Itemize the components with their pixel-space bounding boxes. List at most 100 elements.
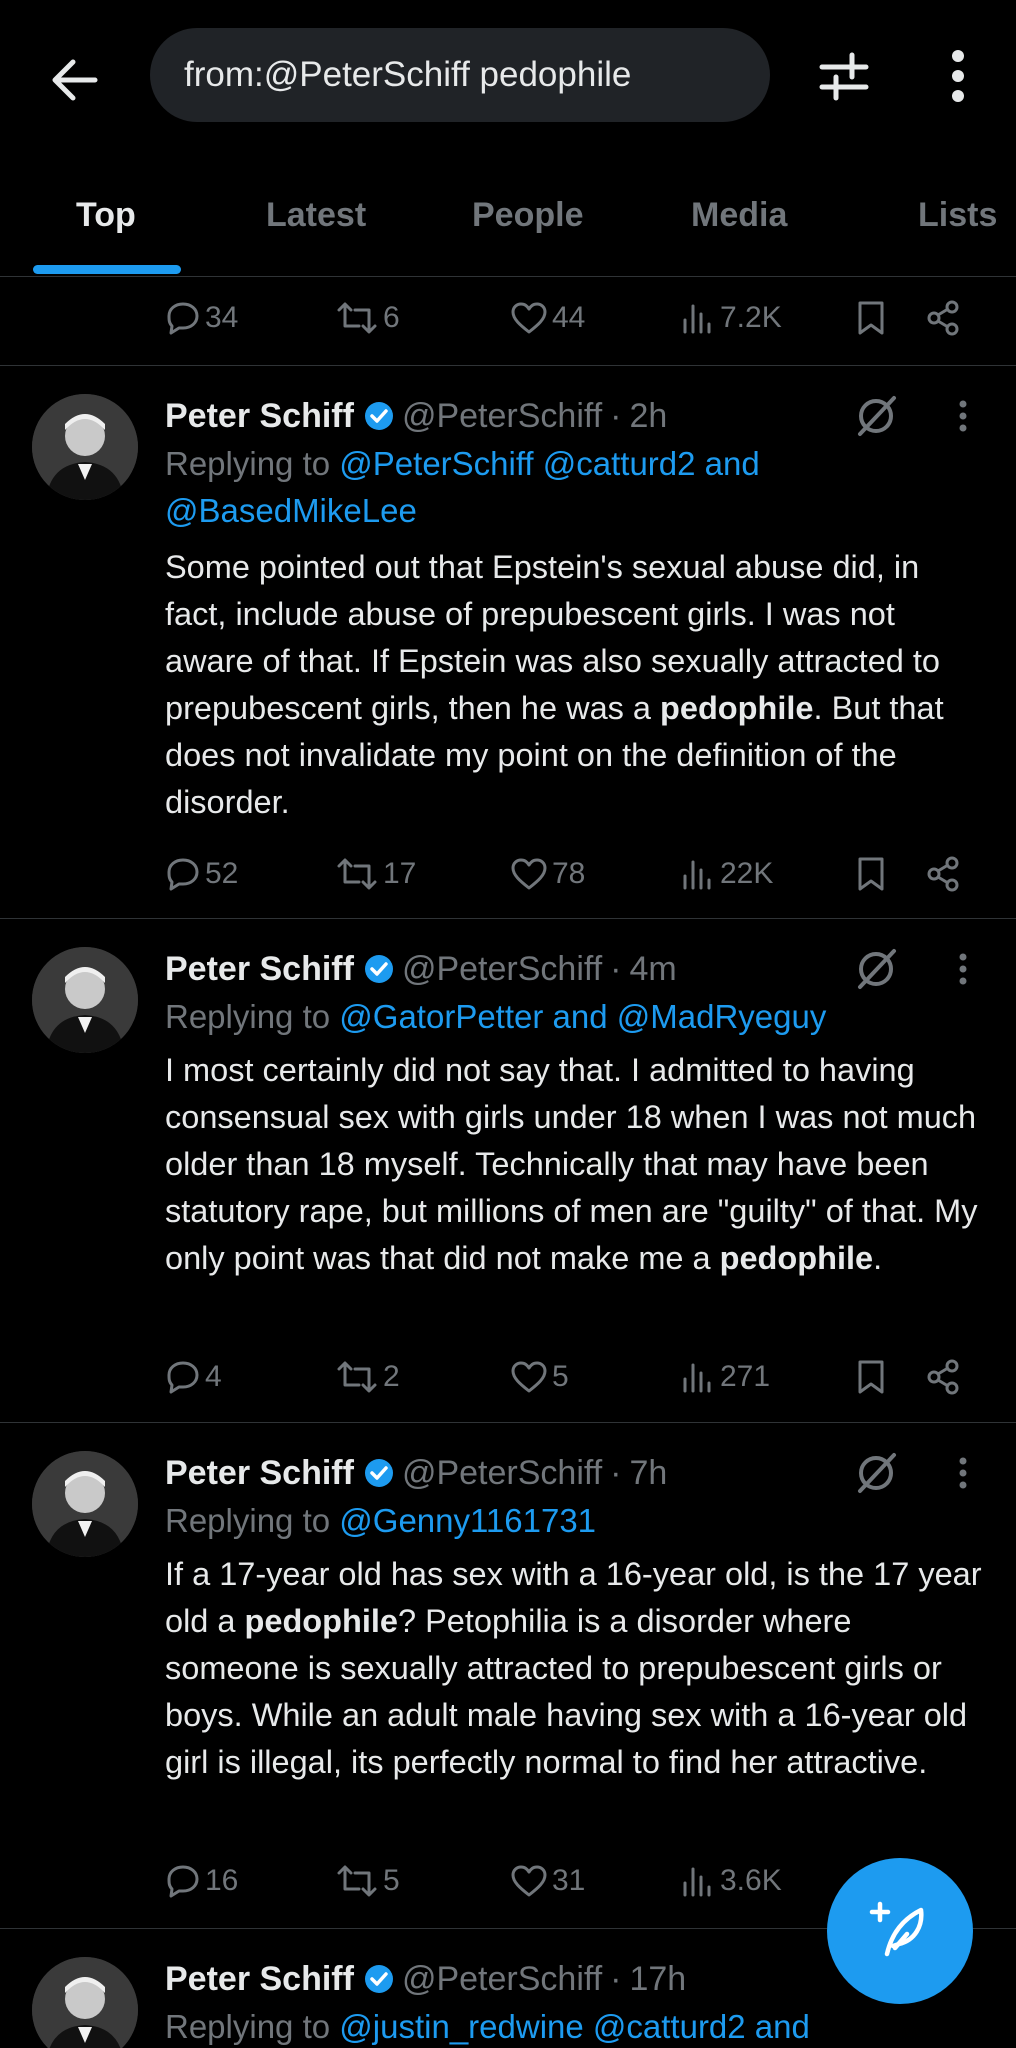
author-handle[interactable]: @PeterSchiff: [402, 397, 602, 436]
tweet[interactable]: Peter Schiff @PeterSchiff · 4m Replying …: [0, 919, 1016, 1422]
like-icon: [511, 858, 547, 890]
avatar[interactable]: [32, 1451, 138, 1557]
reply-mention-link[interactable]: @justin_redwine @catturd2 and: [339, 2008, 810, 2045]
replying-to-label: Replying to: [165, 1502, 331, 1539]
retweet-button[interactable]: 5: [335, 1859, 400, 1903]
reply-button[interactable]: 52: [165, 852, 238, 896]
reply-icon: [167, 1361, 199, 1394]
search-box[interactable]: [150, 28, 770, 122]
verified-icon: [364, 955, 393, 983]
timestamp[interactable]: 2h: [629, 397, 667, 436]
tweet-more-button[interactable]: [948, 392, 978, 440]
compose-button[interactable]: [827, 1858, 973, 2004]
views-button[interactable]: 7.2K: [680, 296, 782, 340]
reply-mention-link[interactable]: @GatorPetter and @MadRyeguy: [339, 998, 826, 1035]
retweet-count: 17: [383, 857, 417, 890]
views-button[interactable]: 3.6K: [680, 1859, 782, 1903]
author-name[interactable]: Peter Schiff: [165, 950, 354, 989]
retweet-count: 2: [383, 1360, 400, 1393]
like-count: 5: [552, 1360, 569, 1393]
avatar[interactable]: [32, 394, 138, 500]
grok-icon[interactable]: [852, 392, 900, 440]
more-vertical-icon: [959, 1457, 967, 1489]
timestamp[interactable]: 7h: [629, 1454, 667, 1493]
retweet-button[interactable]: 17: [335, 852, 416, 896]
share-icon: [927, 1359, 959, 1395]
timestamp[interactable]: 4m: [629, 950, 676, 989]
author-name[interactable]: Peter Schiff: [165, 397, 354, 436]
like-button[interactable]: 44: [510, 296, 585, 340]
views-button[interactable]: 22K: [680, 852, 773, 896]
share-button[interactable]: [925, 1355, 961, 1399]
replying-to: Replying to @PeterSchiff @catturd2 and @…: [165, 440, 965, 534]
share-icon: [927, 300, 959, 336]
retweet-count: 5: [383, 1864, 400, 1897]
share-button[interactable]: [925, 852, 961, 896]
timestamp[interactable]: 17h: [629, 1960, 686, 1999]
views-count: 22K: [720, 857, 774, 890]
tab-lists[interactable]: Lists: [918, 196, 997, 235]
tweet-more-button[interactable]: [948, 1449, 978, 1497]
tweet-actions: 52 17 78 22K: [165, 852, 965, 896]
views-icon: [683, 860, 711, 890]
bookmark-button[interactable]: [855, 1355, 887, 1399]
more-vertical-icon: [959, 953, 967, 985]
like-button[interactable]: 78: [510, 852, 585, 896]
views-icon: [683, 304, 711, 334]
back-arrow-icon: [52, 59, 98, 101]
tweet[interactable]: Peter Schiff @PeterSchiff · 7h Replying …: [0, 1423, 1016, 1928]
tweet-more-button[interactable]: [948, 945, 978, 993]
author-handle[interactable]: @PeterSchiff: [402, 1454, 602, 1493]
author-name[interactable]: Peter Schiff: [165, 1454, 354, 1493]
reply-icon: [167, 302, 199, 335]
grok-icon[interactable]: [852, 945, 900, 993]
tweet[interactable]: Peter Schiff @PeterSchiff · 2h Replying …: [0, 366, 1016, 918]
bookmark-button[interactable]: [855, 296, 887, 340]
like-button[interactable]: 5: [510, 1355, 569, 1399]
like-icon: [511, 1361, 547, 1393]
tab-people[interactable]: People: [472, 196, 583, 235]
tweet-text: Some pointed out that Epstein's sexual a…: [165, 544, 985, 826]
tab-top[interactable]: Top: [76, 196, 136, 235]
retweet-icon: [337, 858, 377, 890]
views-icon: [683, 1363, 711, 1393]
reply-button[interactable]: 4: [165, 1355, 222, 1399]
more-options-button[interactable]: [930, 44, 986, 108]
bookmark-button[interactable]: [855, 852, 887, 896]
avatar[interactable]: [32, 1957, 138, 2048]
retweet-icon: [337, 302, 377, 334]
grok-icon[interactable]: [852, 1449, 900, 1497]
verified-icon: [364, 402, 393, 430]
reply-mention-link[interactable]: @BasedMikeLee: [165, 492, 417, 529]
tweet-actions: 4 2 5 271: [165, 1355, 965, 1399]
reply-mention-link[interactable]: @PeterSchiff @catturd2 and: [339, 445, 759, 482]
filter-button[interactable]: [812, 44, 876, 108]
reply-button[interactable]: 16: [165, 1859, 238, 1903]
reply-mention-link[interactable]: @Genny1161731: [339, 1502, 596, 1539]
author-name[interactable]: Peter Schiff: [165, 1960, 354, 1999]
views-count: 271: [720, 1360, 771, 1393]
retweet-button[interactable]: 6: [335, 296, 400, 340]
like-button[interactable]: 31: [510, 1859, 585, 1903]
views-button[interactable]: 271: [680, 1355, 770, 1399]
search-tabs: Top Latest People Media Lists: [0, 172, 1016, 277]
replying-to: Replying to @Genny1161731: [165, 1497, 965, 1544]
highlighted-term: pedophile: [660, 690, 814, 726]
avatar[interactable]: [32, 947, 138, 1053]
author-handle[interactable]: @PeterSchiff: [402, 950, 602, 989]
highlighted-term: pedophile: [244, 1603, 398, 1639]
retweet-button[interactable]: 2: [335, 1355, 400, 1399]
back-button[interactable]: [42, 48, 106, 112]
separator-dot: ·: [610, 1959, 622, 1998]
bookmark-icon: [858, 301, 884, 335]
tweet-header: Peter Schiff @PeterSchiff · 2h: [165, 392, 667, 440]
bookmark-icon: [858, 857, 884, 891]
author-handle[interactable]: @PeterSchiff: [402, 1960, 602, 1999]
tab-latest[interactable]: Latest: [266, 196, 366, 235]
tab-media[interactable]: Media: [691, 196, 787, 235]
reply-button[interactable]: 34: [165, 296, 238, 340]
search-input[interactable]: [182, 54, 770, 96]
reply-icon: [167, 858, 199, 891]
share-button[interactable]: [925, 296, 961, 340]
active-tab-indicator: [33, 265, 181, 274]
